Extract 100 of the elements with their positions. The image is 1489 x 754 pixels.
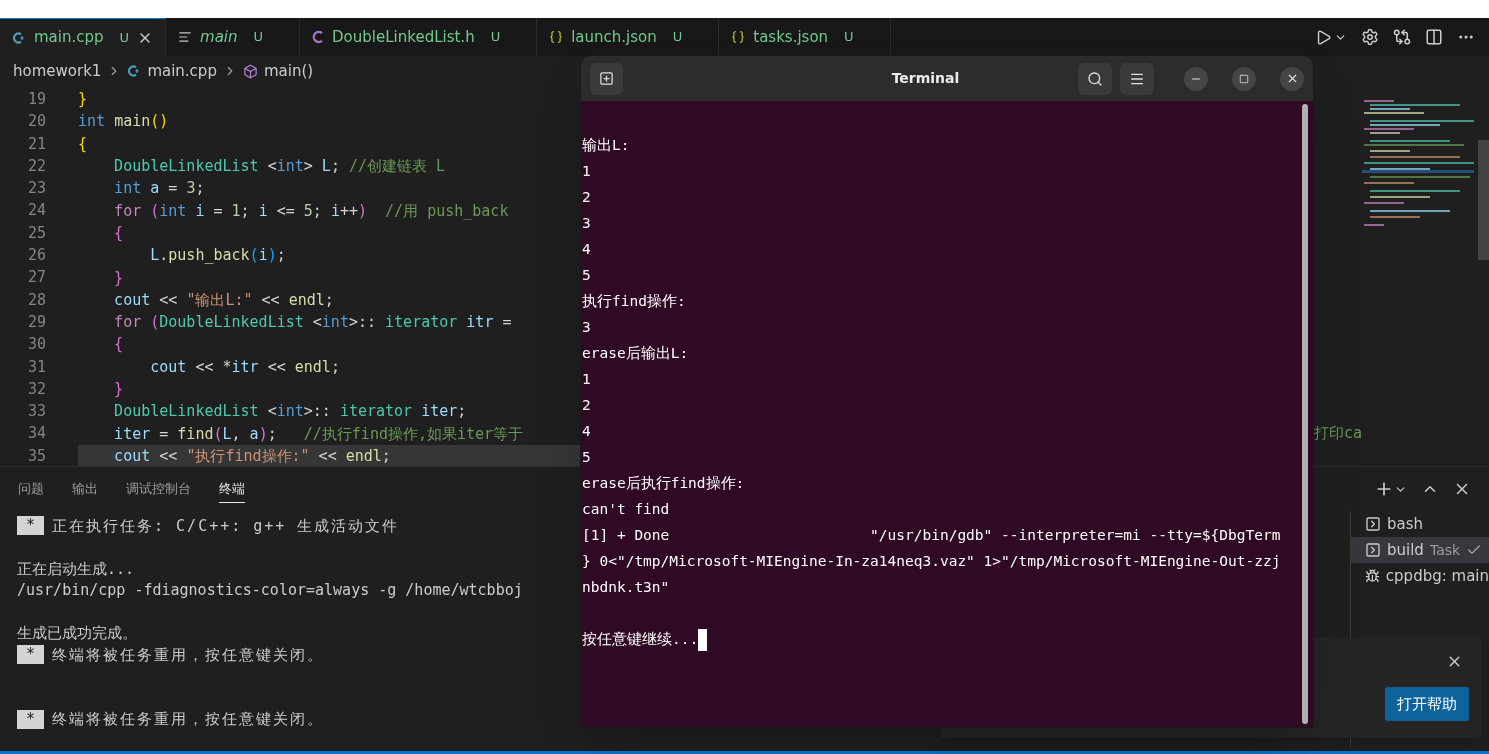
scroll-bar[interactable] <box>1302 104 1308 724</box>
breadcrumb-item[interactable]: homework1 <box>13 59 102 83</box>
code-line: { <box>113 222 124 243</box>
terminal-output-line: 正在执行任务: C/C++: g++ 生成活动文件 <box>52 515 400 537</box>
play-icon <box>1315 28 1332 46</box>
terminal-output-line: } 0<"/tmp/Microsoft-MIEngine-In-za14neq3.vaz" 1>"/tmp/Microsoft-MIEngine-Out-zzj <box>582 552 1281 572</box>
line-number: 26 <box>26 245 46 267</box>
code-line: } <box>113 267 124 288</box>
breadcrumb-item[interactable]: main.cpp <box>147 59 217 83</box>
run-button[interactable] <box>1315 28 1347 46</box>
code-line: for (int i = 1; i <= 5; i++) //用 push_back <box>113 200 509 221</box>
settings-icon[interactable] <box>1361 28 1379 46</box>
terminal-output-line: 正在启动生成... <box>17 558 135 579</box>
bug-icon <box>1365 568 1380 584</box>
terminal-output-line: nbdnk.t3n" <box>582 578 670 598</box>
terminal-output-line: 3 <box>582 214 591 234</box>
minimize-button[interactable] <box>1184 66 1208 91</box>
terminal-icon <box>1365 542 1381 558</box>
session-note: Task <box>1429 540 1461 560</box>
terminal-output-line: 终端将被任务重用，按任意键关闭。 <box>52 709 325 730</box>
code-line: cout << "输出L:" << endl; <box>113 289 334 310</box>
status-letter: U <box>253 28 264 47</box>
lines-icon <box>178 30 193 44</box>
line-number: 20 <box>26 111 46 133</box>
close-button[interactable] <box>1280 66 1304 91</box>
panel-tab[interactable]: 问题 <box>18 474 44 504</box>
code-line: cout << *itr << endl; <box>149 356 340 377</box>
editor-tab[interactable]: main.cpp U <box>0 18 167 56</box>
terminal-output-line: 终端将被任务重用，按任意键关闭。 <box>52 644 325 666</box>
line-number: 23 <box>26 178 46 200</box>
code-line: DoubleLinkedList <int> L; //创建链表 L <box>113 156 446 177</box>
terminal-output-line: /usr/bin/cpp -fdiagnostics-color=always -g /home/wtcbboj <box>17 580 523 601</box>
terminal-output-line: 5 <box>582 266 591 286</box>
terminal-session[interactable]: build Task <box>1351 537 1489 563</box>
terminal-output-line: 5 <box>582 448 591 468</box>
braces-icon <box>549 30 564 44</box>
terminal-output-line: erase后输出L: <box>582 344 689 364</box>
terminal-output-line: [1] + Done "/usr/bin/gdb" --interpreter=mi --tty=${DbgTerm <box>582 526 1281 546</box>
panel-tab[interactable]: 终端 <box>219 474 245 504</box>
tab-label: main <box>200 26 238 48</box>
code-line: for (DoubleLinkedList <int>:: iterator itr = <box>113 312 512 333</box>
terminal-output-line: 按任意键继续... <box>582 630 699 650</box>
code-line: int a = 3; <box>113 178 205 199</box>
breadcrumb-item[interactable]: main() <box>263 59 314 83</box>
code-line: iter = find(L, a); //执行find操作,如果iter等于 <box>113 423 524 444</box>
compare-icon[interactable] <box>1393 28 1411 46</box>
terminal-output-line: 3 <box>582 318 591 338</box>
maximize-icon <box>1239 73 1249 84</box>
terminal-session[interactable]: cppdbg: main <box>1351 563 1489 589</box>
code-line: int main() <box>78 111 169 132</box>
status-letter: U <box>490 28 501 47</box>
code-fragment: 打印ca <box>1314 424 1363 443</box>
terminal-output-line: 1 <box>582 162 591 182</box>
open-help-button[interactable]: 打开帮助 <box>1385 687 1469 721</box>
code-line: { <box>78 133 88 154</box>
terminal-output-line: 输出L: <box>582 136 630 156</box>
cube-icon <box>242 63 258 79</box>
status-letter: U <box>844 28 854 47</box>
code-line: } <box>113 379 124 399</box>
code-line: DoubleLinkedList <int>:: iterator iter; <box>113 401 467 422</box>
line-number: 24 <box>26 200 46 222</box>
line-number: 19 <box>26 89 46 110</box>
panel-tab[interactable]: 输出 <box>72 474 98 504</box>
cpp-file-icon <box>12 30 26 45</box>
session-label: bash <box>1387 513 1424 535</box>
split-editor-icon[interactable] <box>1425 28 1443 46</box>
task-marker: * <box>17 516 45 536</box>
c-file-icon <box>312 30 325 44</box>
search-button[interactable] <box>1078 62 1112 95</box>
code-line: cout << "执行find操作:" << endl; <box>113 445 391 466</box>
status-letter: U <box>672 28 683 47</box>
scroll-bar[interactable] <box>1478 140 1489 260</box>
terminal-output-line: 2 <box>582 396 591 416</box>
task-marker: * <box>17 645 45 665</box>
new-tab-icon <box>599 71 614 86</box>
menu-button[interactable] <box>1120 62 1154 95</box>
line-number: 25 <box>26 222 46 244</box>
terminal-output-line: 2 <box>582 188 591 208</box>
terminal-icon <box>1365 516 1381 532</box>
line-number: 30 <box>26 334 46 356</box>
line-number: 21 <box>26 133 46 155</box>
line-number: 22 <box>26 155 46 177</box>
line-number: 33 <box>26 401 46 423</box>
tab-label: tasks.json <box>753 26 829 48</box>
status-letter: U <box>119 28 130 47</box>
terminal-output-line: 1 <box>582 370 591 390</box>
maximize-button[interactable] <box>1232 66 1256 91</box>
line-number: 34 <box>26 423 46 445</box>
window-title: Terminal <box>891 69 960 88</box>
code-line: { <box>113 334 124 355</box>
tab-label: DoubleLinkedList.h <box>332 26 475 48</box>
session-label: build <box>1387 539 1424 561</box>
terminal-output-line: 4 <box>582 422 591 442</box>
line-number: 35 <box>26 445 46 467</box>
tab-label: main.cpp <box>34 27 104 49</box>
panel-tab[interactable]: 调试控制台 <box>126 474 191 504</box>
code-line: L.push_back(i); <box>149 245 286 266</box>
terminal-output-line: can't find <box>582 500 670 520</box>
terminal-session[interactable]: bash <box>1351 511 1489 537</box>
new-tab-button[interactable] <box>590 62 623 95</box>
